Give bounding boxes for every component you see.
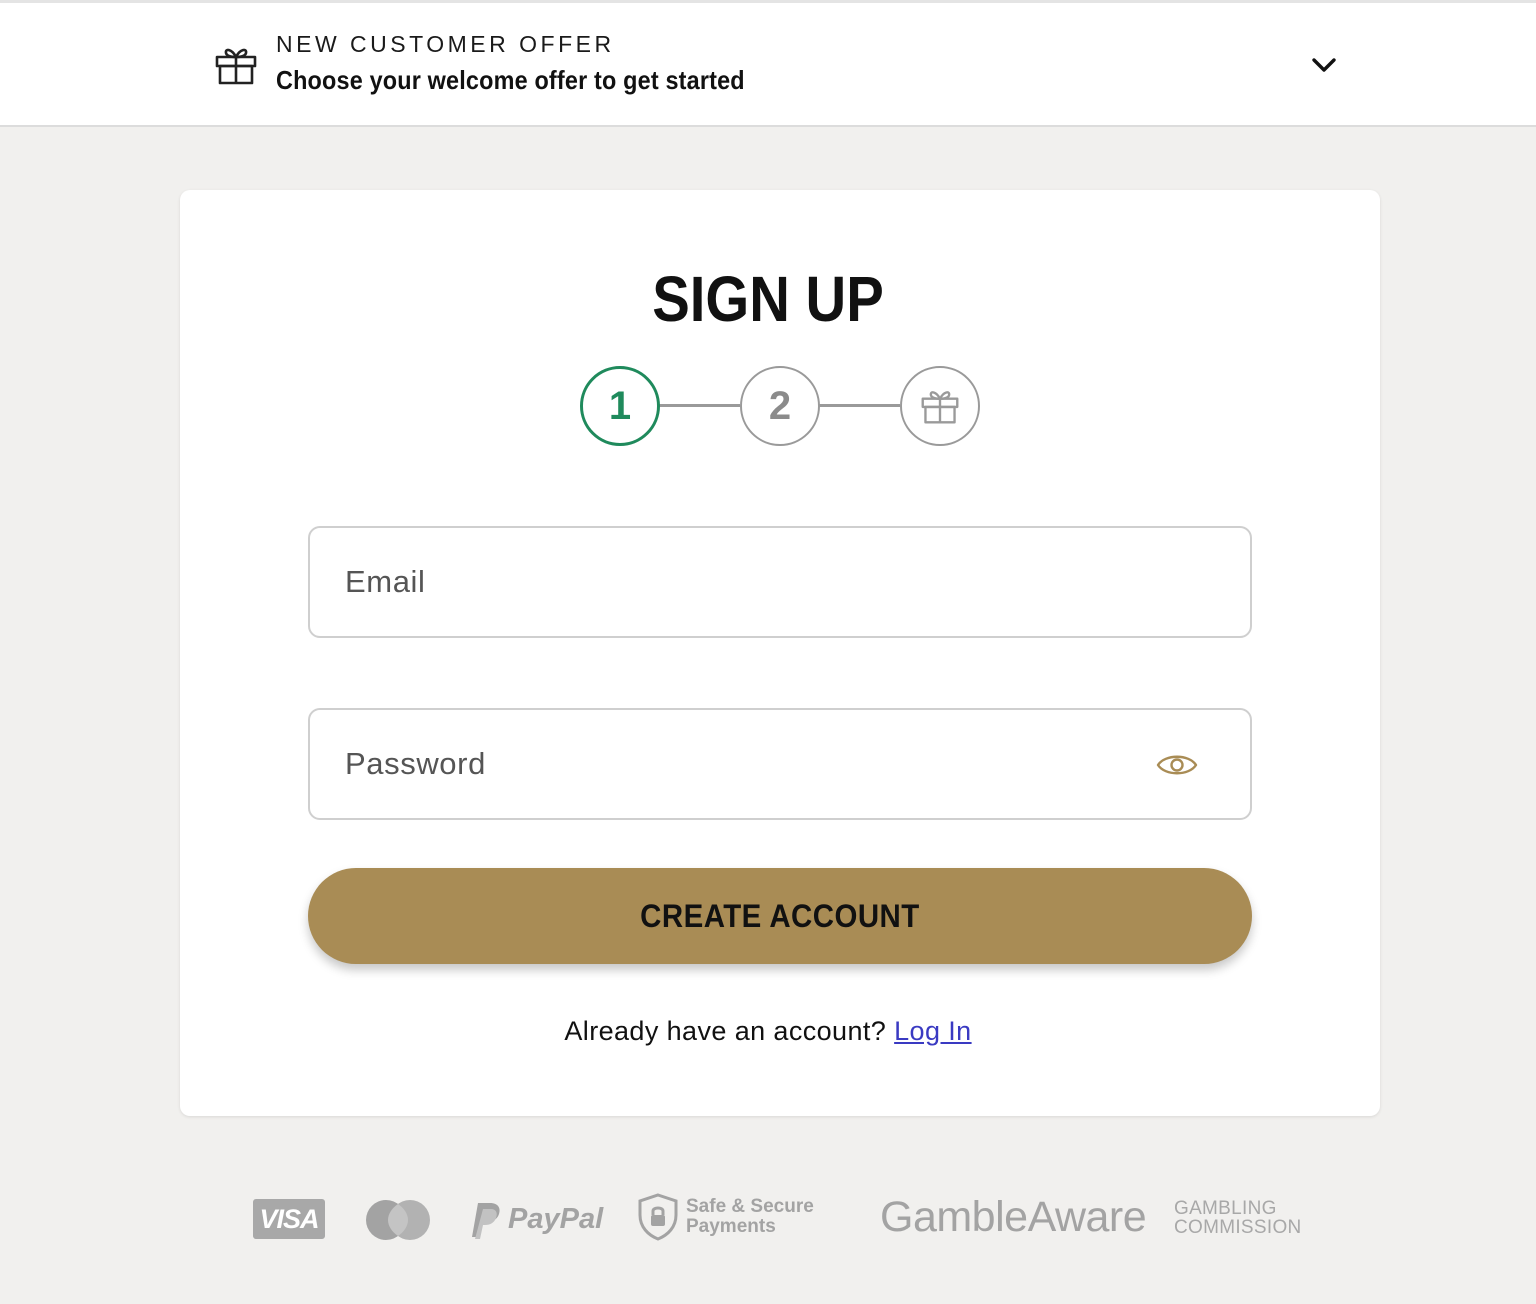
password-input[interactable] [310,710,1250,818]
password-field[interactable]: Password [308,708,1252,820]
step-connector [658,404,740,407]
safe-line-2: Payments [686,1216,776,1237]
mastercard-logo [366,1200,430,1240]
create-account-button[interactable]: CREATE ACCOUNT [308,868,1252,964]
login-prompt: Already have an account? [564,1016,887,1046]
create-account-label: CREATE ACCOUNT [640,897,920,934]
footer-logos: VISA PayPal Safe & Secure Payments Gambl… [0,1185,1536,1265]
new-customer-offer-bar[interactable]: NEW CUSTOMER OFFER Choose your welcome o… [0,0,1536,127]
step-connector [818,404,900,407]
email-input[interactable] [310,528,1250,636]
shield-icon [638,1193,678,1241]
login-prompt-line: Already have an account? Log In [0,1016,1536,1047]
gift-icon [215,48,257,85]
gambling-commission-logo: GAMBLING COMMISSION [1174,1199,1314,1237]
email-field[interactable]: Email [308,526,1252,638]
signup-stepper: 1 2 [580,366,980,446]
gambleaware-logo: GambleAware [880,1193,1147,1241]
step-1: 1 [580,366,660,446]
gc-line-2: COMMISSION [1174,1217,1302,1238]
offer-kicker: NEW CUSTOMER OFFER [276,31,615,57]
chevron-down-icon[interactable] [1306,49,1342,81]
login-link[interactable]: Log In [894,1016,971,1046]
gc-line-1: GAMBLING [1174,1198,1277,1219]
page-title: SIGN UP [652,263,884,335]
offer-title: Choose your welcome offer to get started [276,65,745,95]
step-gift [900,366,980,446]
paypal-p-icon [472,1203,500,1239]
safe-secure-payments-logo: Safe & Secure Payments [637,1193,837,1243]
paypal-wordmark: PayPal [508,1203,604,1235]
gift-icon [921,391,959,424]
paypal-logo: PayPal [470,1201,610,1241]
step-2: 2 [740,366,820,446]
eye-icon[interactable] [1156,748,1198,782]
safe-line-1: Safe & Secure [686,1196,814,1217]
safe-secure-text: Safe & Secure Payments [686,1197,846,1237]
visa-logo: VISA [253,1199,325,1239]
